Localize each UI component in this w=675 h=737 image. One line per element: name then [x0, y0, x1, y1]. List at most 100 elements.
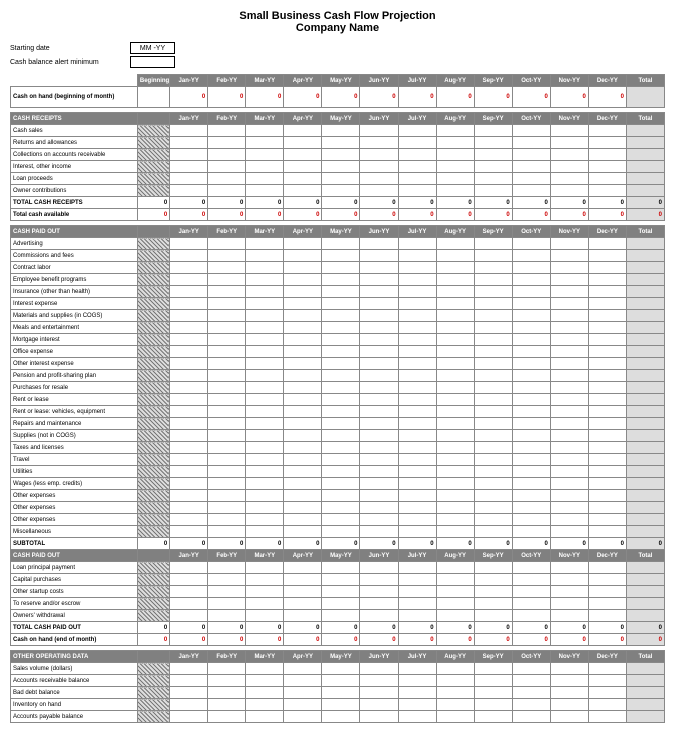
data-cell[interactable] [284, 406, 322, 418]
data-cell[interactable] [588, 370, 626, 382]
data-cell[interactable] [246, 149, 284, 161]
data-cell[interactable] [170, 574, 208, 586]
data-cell[interactable] [550, 382, 588, 394]
data-cell[interactable] [170, 370, 208, 382]
data-cell[interactable] [398, 334, 436, 346]
data-cell[interactable] [474, 185, 512, 197]
data-cell[interactable] [588, 173, 626, 185]
data-cell[interactable] [550, 298, 588, 310]
data-cell[interactable] [322, 562, 360, 574]
data-cell[interactable] [512, 675, 550, 687]
data-cell[interactable] [170, 394, 208, 406]
data-cell[interactable] [398, 466, 436, 478]
data-cell[interactable] [398, 322, 436, 334]
data-cell[interactable] [474, 418, 512, 430]
data-cell[interactable] [550, 574, 588, 586]
data-cell[interactable] [208, 358, 246, 370]
data-cell[interactable] [360, 274, 398, 286]
data-cell[interactable] [284, 382, 322, 394]
data-cell[interactable] [208, 675, 246, 687]
data-cell[interactable] [474, 502, 512, 514]
data-cell[interactable] [360, 562, 398, 574]
data-cell[interactable] [398, 173, 436, 185]
data-cell[interactable] [588, 675, 626, 687]
data-cell[interactable] [550, 346, 588, 358]
data-cell[interactable] [246, 125, 284, 137]
data-cell[interactable] [246, 675, 284, 687]
data-cell[interactable] [588, 262, 626, 274]
data-cell[interactable] [322, 574, 360, 586]
data-cell[interactable] [208, 334, 246, 346]
data-cell[interactable] [246, 322, 284, 334]
data-cell[interactable] [284, 610, 322, 622]
data-cell[interactable] [208, 663, 246, 675]
data-cell[interactable] [588, 526, 626, 538]
data-cell[interactable] [398, 574, 436, 586]
data-cell[interactable] [170, 125, 208, 137]
data-cell[interactable] [398, 274, 436, 286]
data-cell[interactable] [322, 687, 360, 699]
data-cell[interactable] [474, 526, 512, 538]
data-cell[interactable] [208, 262, 246, 274]
data-cell[interactable] [474, 687, 512, 699]
data-cell[interactable] [512, 310, 550, 322]
data-cell[interactable] [436, 418, 474, 430]
data-cell[interactable] [550, 161, 588, 173]
data-cell[interactable] [512, 418, 550, 430]
data-cell[interactable] [398, 610, 436, 622]
data-cell[interactable] [360, 406, 398, 418]
data-cell[interactable] [360, 358, 398, 370]
data-cell[interactable] [284, 574, 322, 586]
data-cell[interactable] [436, 298, 474, 310]
data-cell[interactable] [246, 346, 284, 358]
data-cell[interactable] [436, 358, 474, 370]
data-cell[interactable] [246, 502, 284, 514]
data-cell[interactable] [474, 262, 512, 274]
data-cell[interactable] [246, 562, 284, 574]
data-cell[interactable] [398, 161, 436, 173]
data-cell[interactable] [170, 262, 208, 274]
data-cell[interactable] [322, 382, 360, 394]
data-cell[interactable] [512, 346, 550, 358]
data-cell[interactable] [550, 663, 588, 675]
data-cell[interactable] [474, 346, 512, 358]
data-cell[interactable] [246, 687, 284, 699]
data-cell[interactable] [512, 586, 550, 598]
data-cell[interactable] [246, 250, 284, 262]
data-cell[interactable] [170, 526, 208, 538]
data-cell[interactable] [322, 406, 360, 418]
data-cell[interactable] [322, 502, 360, 514]
data-cell[interactable] [246, 370, 284, 382]
data-cell[interactable] [588, 699, 626, 711]
data-cell[interactable] [436, 675, 474, 687]
data-cell[interactable] [284, 370, 322, 382]
data-cell[interactable] [208, 185, 246, 197]
data-cell[interactable] [474, 663, 512, 675]
data-cell[interactable] [550, 490, 588, 502]
data-cell[interactable] [436, 490, 474, 502]
data-cell[interactable] [588, 250, 626, 262]
data-cell[interactable] [360, 346, 398, 358]
data-cell[interactable] [550, 442, 588, 454]
data-cell[interactable] [588, 298, 626, 310]
data-cell[interactable] [550, 699, 588, 711]
data-cell[interactable] [512, 125, 550, 137]
data-cell[interactable] [588, 334, 626, 346]
data-cell[interactable] [474, 382, 512, 394]
data-cell[interactable] [246, 526, 284, 538]
data-cell[interactable] [474, 238, 512, 250]
data-cell[interactable] [170, 382, 208, 394]
data-cell[interactable] [322, 274, 360, 286]
data-cell[interactable] [550, 310, 588, 322]
data-cell[interactable] [246, 598, 284, 610]
data-cell[interactable] [512, 699, 550, 711]
data-cell[interactable] [436, 149, 474, 161]
data-cell[interactable] [246, 358, 284, 370]
data-cell[interactable] [322, 586, 360, 598]
data-cell[interactable] [208, 394, 246, 406]
data-cell[interactable] [588, 358, 626, 370]
data-cell[interactable] [208, 687, 246, 699]
data-cell[interactable] [474, 442, 512, 454]
data-cell[interactable] [360, 310, 398, 322]
data-cell[interactable] [322, 310, 360, 322]
